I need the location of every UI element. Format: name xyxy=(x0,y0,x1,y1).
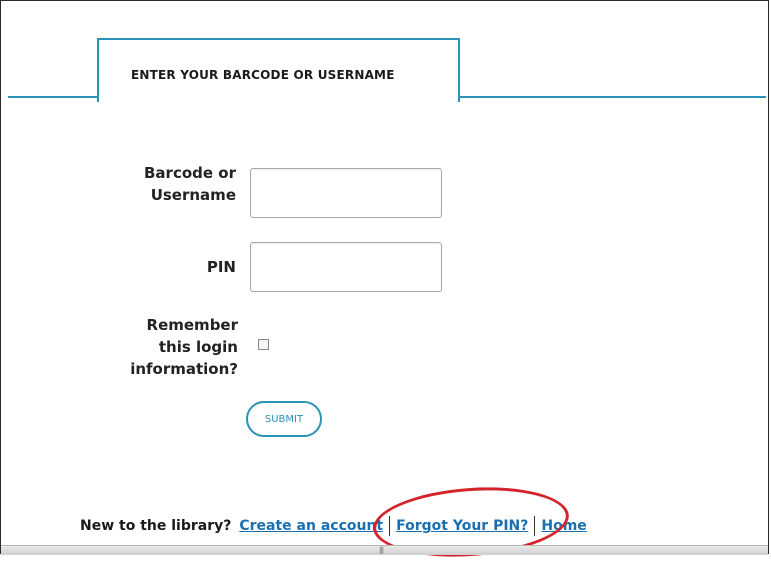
remember-label-line2: this login xyxy=(158,338,238,356)
pin-input[interactable] xyxy=(250,242,442,292)
remember-label: Remember this login information? xyxy=(112,314,238,380)
remember-label-line1: Remember xyxy=(146,316,238,334)
resize-grip-icon[interactable]: ||| xyxy=(379,546,384,554)
barcode-label: Barcode or Username xyxy=(112,162,236,206)
barcode-input[interactable] xyxy=(250,168,442,218)
login-tab: ENTER YOUR BARCODE OR USERNAME xyxy=(97,38,460,102)
barcode-label-line1: Barcode or xyxy=(144,164,236,182)
tab-divider-left xyxy=(8,96,99,98)
tab-divider-right xyxy=(458,96,766,98)
tab-title: ENTER YOUR BARCODE OR USERNAME xyxy=(131,68,395,82)
browser-status-bar: ||| xyxy=(1,545,768,555)
pin-label: PIN xyxy=(206,258,236,276)
barcode-label-line2: Username xyxy=(150,186,236,204)
submit-button[interactable]: SUBMIT xyxy=(246,401,322,437)
create-account-link[interactable]: Create an account xyxy=(239,518,383,534)
remember-checkbox[interactable] xyxy=(258,339,269,350)
remember-label-line3: information? xyxy=(130,360,238,378)
new-to-library-text: New to the library? xyxy=(80,518,232,534)
